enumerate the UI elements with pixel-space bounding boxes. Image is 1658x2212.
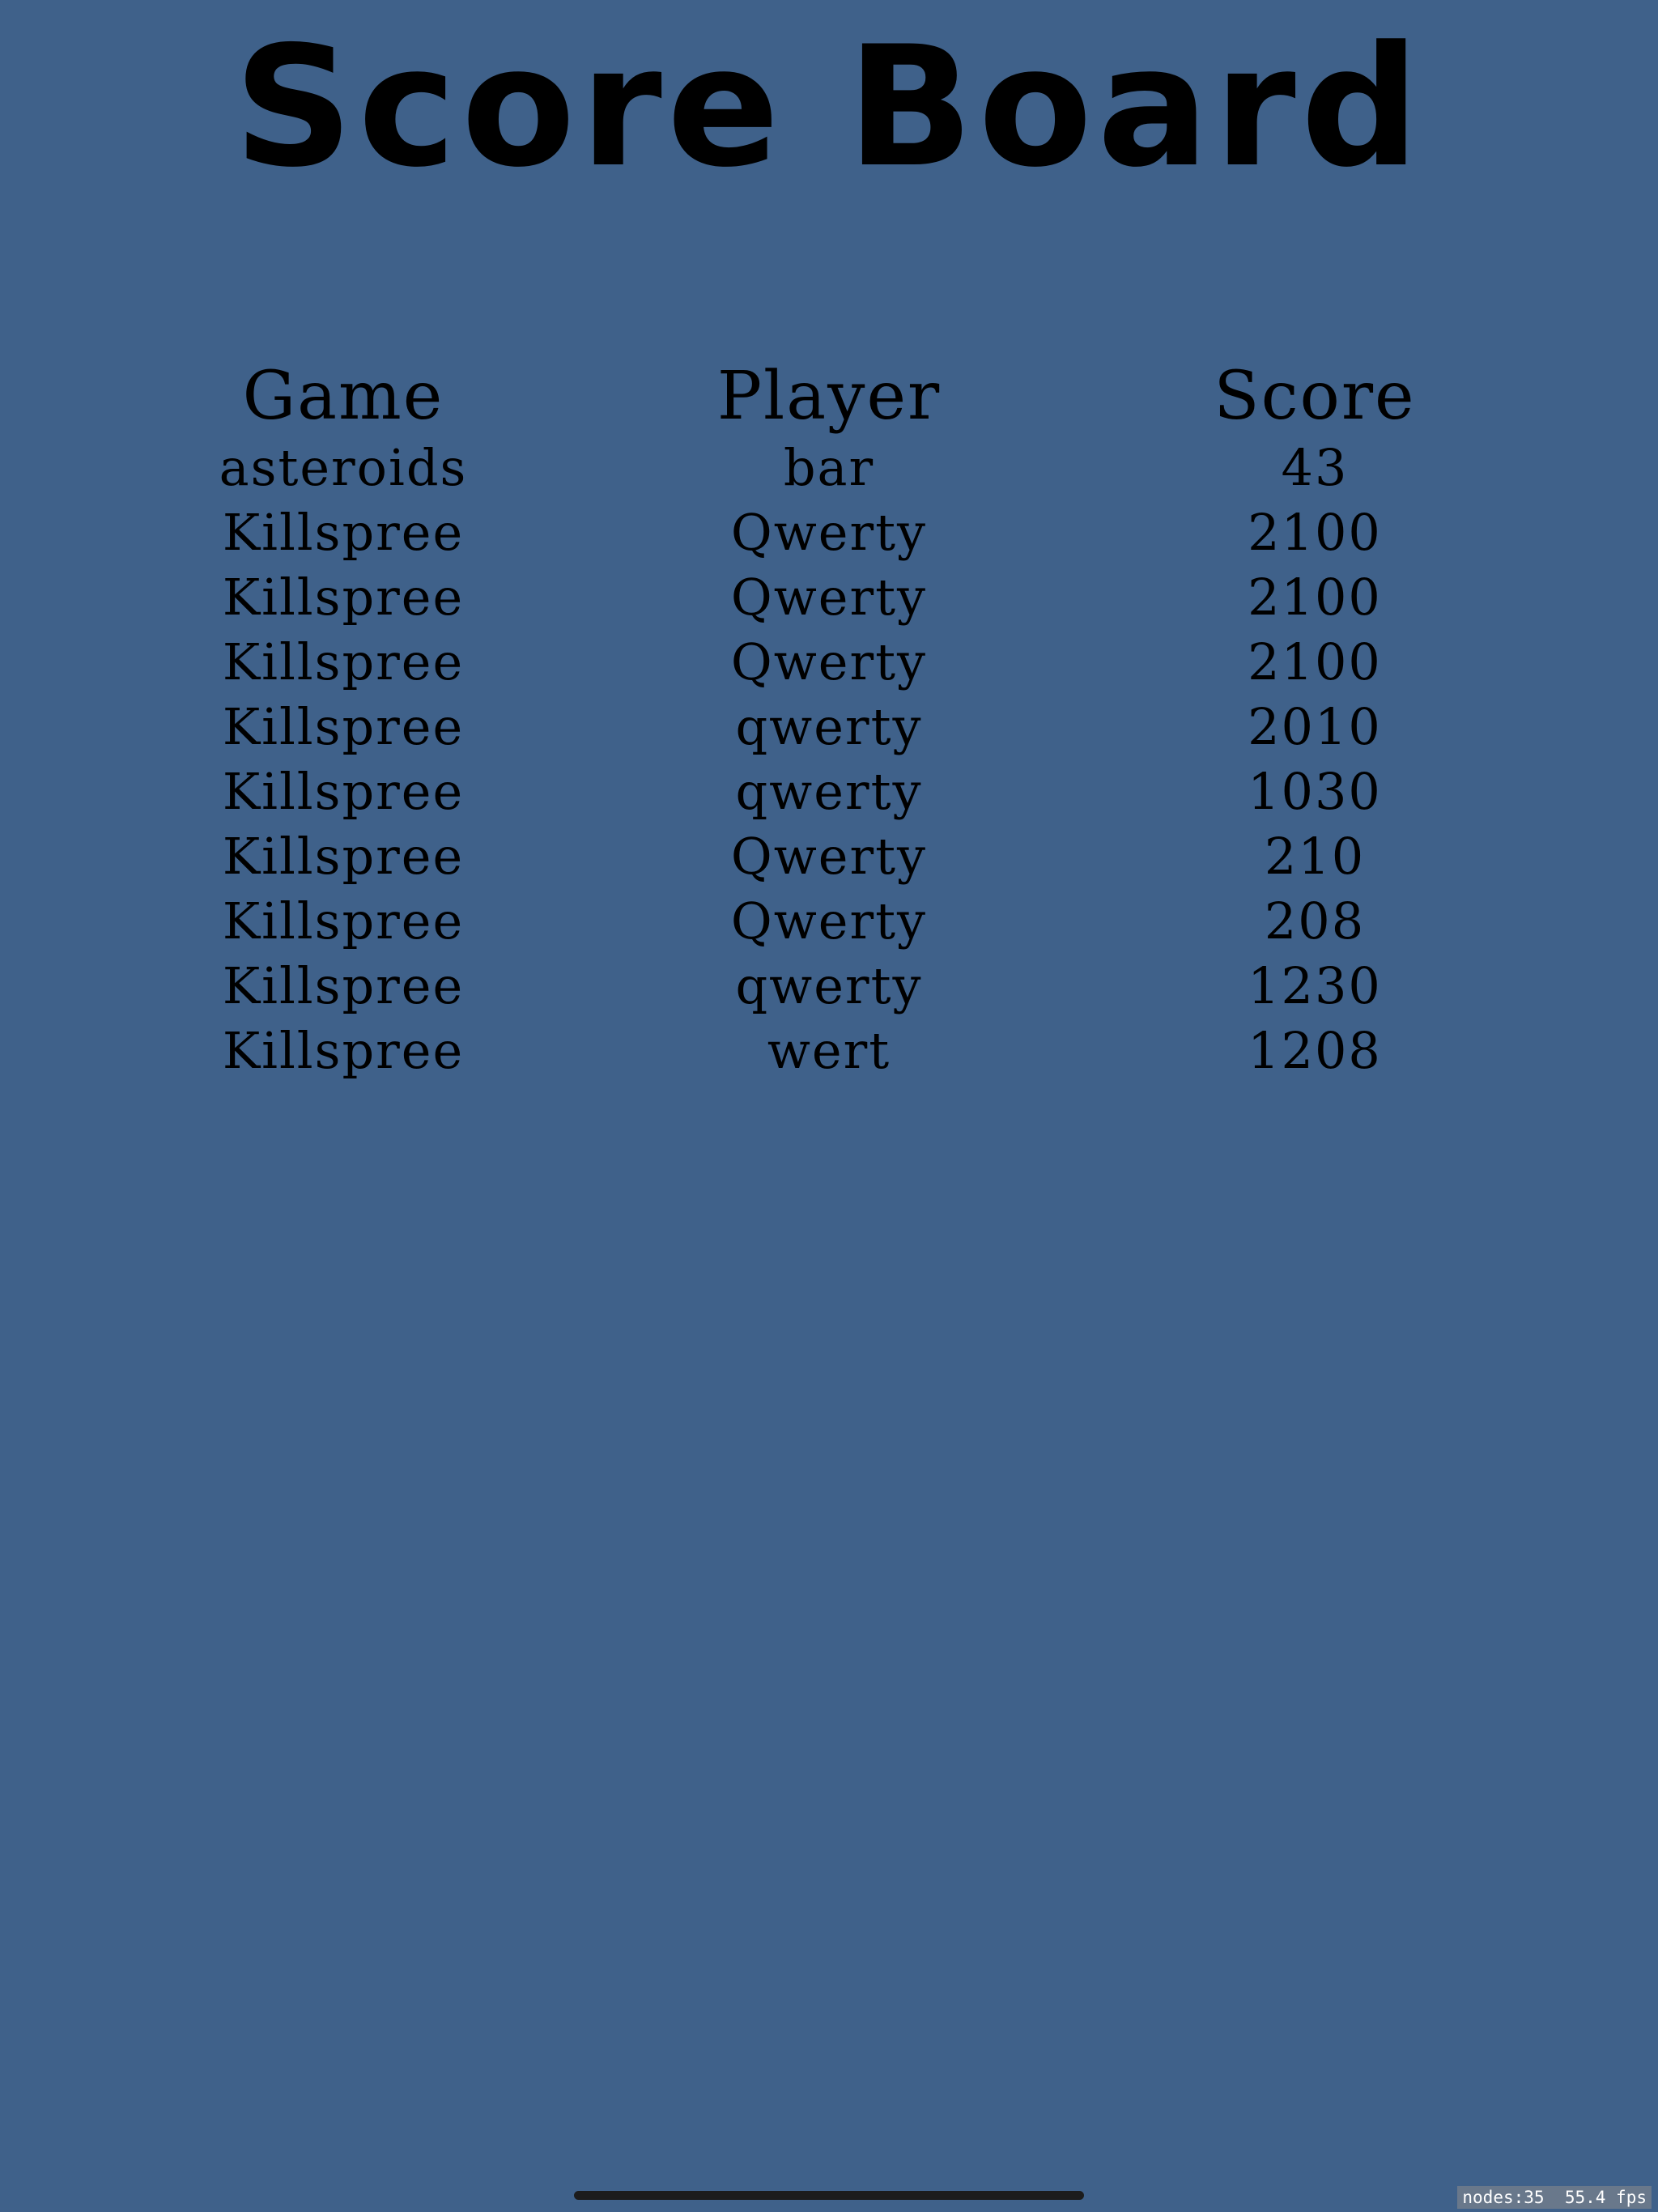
game-cell: Killspree [222,762,465,821]
player-cell: wert [767,1021,891,1080]
game-cell: Killspree [222,503,465,562]
page-title: Score Board [233,11,1425,204]
player-cell: qwerty [735,956,923,1015]
home-indicator[interactable] [574,2191,1084,2200]
player-cell: qwerty [735,697,923,756]
score-cell: 1208 [1248,1021,1382,1080]
score-row: Killspree qwerty 2010 [0,695,1658,759]
player-cell: bar [783,438,875,497]
column-header-player: Player [716,358,942,435]
fps-counter: 55.4 fps [1564,2188,1647,2207]
player-cell: Qwerty [730,891,928,951]
player-cell: Qwerty [730,827,928,886]
game-cell: Killspree [222,956,465,1015]
score-cell: 2100 [1248,632,1382,691]
score-table: asteroids bar 43 Killspree Qwerty 2100 K… [0,436,1658,1083]
node-count: nodes:35 [1462,2188,1545,2207]
player-cell: Qwerty [730,503,928,562]
game-cell: Killspree [222,697,465,756]
game-cell: asteroids [219,438,468,497]
score-cell: 1230 [1248,956,1382,1015]
score-row: Killspree Qwerty 208 [0,889,1658,954]
score-row: Killspree qwerty 1030 [0,759,1658,824]
score-row: Killspree Qwerty 2100 [0,565,1658,630]
score-row: Killspree Qwerty 210 [0,824,1658,889]
score-cell: 2010 [1248,697,1382,756]
score-row: Killspree Qwerty 2100 [0,500,1658,565]
score-row: Killspree Qwerty 2100 [0,630,1658,695]
score-cell: 2100 [1248,568,1382,627]
game-cell: Killspree [222,1021,465,1080]
score-cell: 1030 [1248,762,1382,821]
score-row: asteroids bar 43 [0,436,1658,500]
column-header-score: Score [1214,358,1416,435]
score-cell: 208 [1264,891,1366,951]
score-row: Killspree qwerty 1230 [0,954,1658,1019]
score-cell: 43 [1281,438,1349,497]
score-cell: 210 [1264,827,1366,886]
debug-stats: nodes:35 55.4 fps [1457,2186,1652,2209]
player-cell: Qwerty [730,632,928,691]
game-cell: Killspree [222,632,465,691]
game-cell: Killspree [222,827,465,886]
column-header-game: Game [242,358,444,435]
game-cell: Killspree [222,891,465,951]
player-cell: Qwerty [730,568,928,627]
game-cell: Killspree [222,568,465,627]
score-cell: 2100 [1248,503,1382,562]
player-cell: qwerty [735,762,923,821]
score-row: Killspree wert 1208 [0,1019,1658,1083]
